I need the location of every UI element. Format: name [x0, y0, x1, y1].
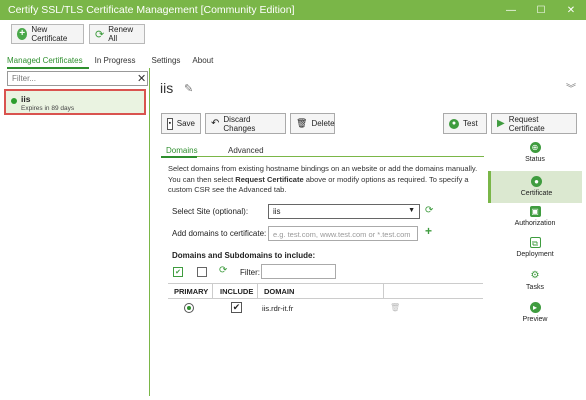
nav-certificate-label: Certificate: [520, 190, 553, 197]
edit-icon[interactable]: ✎: [184, 82, 193, 95]
delete-label: Delete: [311, 119, 335, 128]
save-icon: ▪: [167, 117, 173, 130]
tab-settings[interactable]: Settings: [152, 56, 187, 69]
nav-status-label: Status: [525, 156, 545, 163]
column-primary: PRIMARY: [174, 287, 209, 296]
domain-cell: iis.rdr-it.fr: [262, 304, 294, 313]
nav-preview[interactable]: ▸ Preview: [488, 302, 582, 332]
save-button[interactable]: ▪ Save: [161, 113, 201, 134]
select-site-dropdown[interactable]: iis ▼: [268, 204, 420, 219]
detail-tabs: Domains Advanced: [161, 146, 484, 157]
domain-filter-label: Filter:: [240, 268, 260, 277]
nav-deployment[interactable]: ⧉ Deployment: [488, 237, 582, 267]
domains-section-title: Domains and Subdomains to include:: [172, 251, 316, 260]
plus-icon: +: [17, 28, 28, 40]
primary-radio[interactable]: [184, 303, 194, 313]
renew-all-label: Renew All: [108, 25, 134, 43]
nav-authorization-label: Authorization: [514, 220, 556, 227]
undo-icon: ↶: [211, 118, 220, 129]
select-none-icon[interactable]: [197, 267, 207, 277]
tab-advanced[interactable]: Advanced: [228, 146, 264, 155]
nav-status[interactable]: ⊕ Status: [488, 142, 582, 172]
nav-authorization[interactable]: ▣ Authorization: [488, 206, 582, 236]
refresh-sites-icon[interactable]: ⟳: [425, 205, 433, 216]
column-domain: DOMAIN: [264, 287, 295, 296]
test-label: Test: [463, 119, 478, 128]
domains-description: Select domains from existing hostname bi…: [168, 164, 483, 196]
table-row: [168, 299, 483, 317]
title-bar: Certify SSL/TLS Certificate Management […: [0, 0, 586, 20]
nav-tasks-label: Tasks: [526, 284, 544, 291]
domains-table: PRIMARY INCLUDE DOMAIN: [168, 283, 483, 317]
page-title: iis: [160, 80, 174, 96]
expiry-text: Expires in 89 days: [21, 105, 75, 112]
column-divider: [257, 284, 258, 299]
select-site-label: Select Site (optional):: [172, 207, 249, 216]
trash-icon: 🗑: [296, 118, 308, 128]
add-domains-input[interactable]: e.g. test.com, www.test.com or *.test.co…: [268, 226, 418, 241]
status-icon: ⊕: [529, 142, 541, 153]
site-name: iis: [21, 94, 31, 104]
delete-domain-icon[interactable]: 🗑: [390, 303, 400, 312]
deployment-icon: ⧉: [529, 237, 541, 248]
request-certificate-button[interactable]: ▶ Request Certificate: [491, 113, 577, 134]
renew-all-button[interactable]: ⟳ Renew All: [89, 24, 145, 44]
managed-certificates-pane: Filter... ✕: [4, 68, 150, 396]
clear-filter-icon[interactable]: ✕: [137, 72, 146, 85]
chevron-down-icon[interactable]: ︾: [566, 80, 576, 95]
column-divider: [383, 284, 384, 299]
tasks-icon: ⚙: [529, 270, 541, 281]
maximize-button[interactable]: ☐: [526, 0, 556, 20]
select-all-icon[interactable]: ✔: [173, 267, 183, 277]
description-bold: Request Certificate: [235, 174, 304, 184]
nav-tasks[interactable]: ⚙ Tasks: [488, 270, 582, 300]
nav-preview-label: Preview: [522, 316, 548, 323]
nav-certificate[interactable]: ● Certificate: [488, 171, 582, 203]
table-header: PRIMARY INCLUDE DOMAIN: [168, 284, 483, 299]
column-divider: [212, 284, 213, 299]
status-dot-icon: [11, 98, 17, 104]
filter-input[interactable]: Filter...: [7, 71, 148, 86]
new-certificate-button[interactable]: + New Certificate: [11, 24, 84, 44]
refresh-icon: ⟳: [95, 28, 105, 41]
include-checkbox[interactable]: ✔: [231, 302, 242, 313]
new-certificate-label: New Certificate: [31, 25, 68, 43]
test-button[interactable]: ● Test: [443, 113, 487, 134]
certificate-icon: ●: [531, 176, 542, 187]
save-label: Save: [176, 119, 195, 128]
test-icon: ●: [449, 118, 459, 129]
minimize-button[interactable]: —: [496, 0, 526, 20]
refresh-domains-icon[interactable]: ⟳: [219, 265, 227, 276]
list-item[interactable]: iis Expires in 89 days: [4, 89, 146, 115]
delete-button[interactable]: 🗑 Delete: [290, 113, 335, 134]
domain-filter-input[interactable]: [261, 264, 336, 279]
dropdown-arrow-icon: ▼: [408, 207, 415, 214]
add-domain-icon[interactable]: +: [425, 224, 432, 238]
lock-icon: ▣: [529, 206, 541, 217]
window-title: Certify SSL/TLS Certificate Management […: [8, 4, 295, 16]
add-domains-label: Add domains to certificate:: [172, 229, 267, 238]
column-include: INCLUDE: [220, 287, 254, 296]
play-icon: ▶: [497, 118, 505, 129]
close-button[interactable]: ✕: [556, 0, 586, 20]
request-certificate-label: Request Certificate: [508, 114, 545, 133]
discard-label: Discard Changes: [223, 114, 256, 133]
preview-icon: ▸: [529, 302, 541, 313]
tab-domains[interactable]: Domains: [166, 146, 198, 155]
discard-changes-button[interactable]: ↶ Discard Changes: [205, 113, 286, 134]
nav-deployment-label: Deployment: [516, 251, 554, 258]
select-site-value: iis: [273, 207, 281, 216]
active-tab-underline: [161, 156, 197, 158]
tab-about[interactable]: About: [192, 56, 219, 69]
